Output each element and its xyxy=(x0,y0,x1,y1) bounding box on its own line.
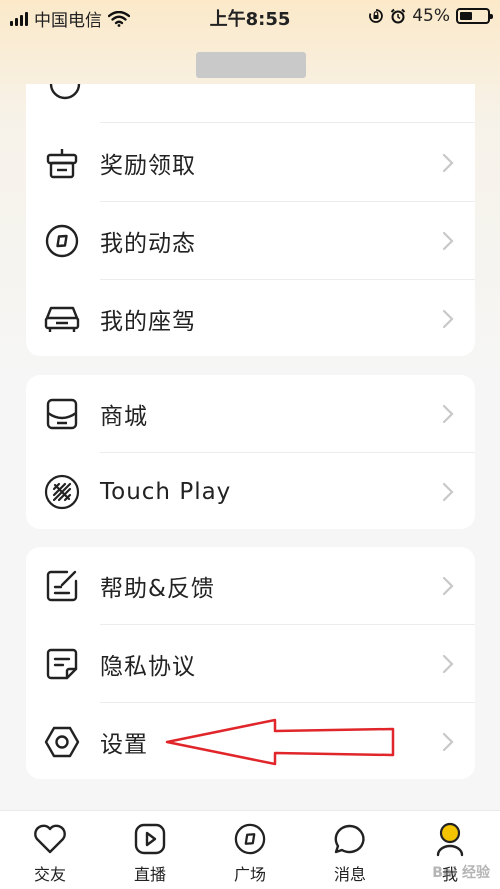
bottom-tab-bar: 交友 直播 广场 消息 我 xyxy=(0,810,500,889)
tab-friends[interactable]: 交友 xyxy=(0,811,100,889)
tab-label-messages: 消息 xyxy=(333,865,366,884)
menu-label-privacy-policy: 隐私协议 xyxy=(100,654,196,680)
gift-icon xyxy=(44,145,80,181)
hexagon-settings-icon xyxy=(44,724,80,760)
divider xyxy=(100,122,475,123)
menu-label-rewards: 奖励领取 xyxy=(100,153,196,179)
chevron-right-icon xyxy=(442,231,454,251)
menu-group-1: 奖励领取 我的动态 我的座驾 xyxy=(26,84,475,356)
menu-label-my-posts: 我的动态 xyxy=(100,231,196,257)
menu-item-my-vehicle[interactable]: 我的座驾 xyxy=(26,280,475,356)
alarm-icon xyxy=(390,8,406,24)
chevron-right-icon xyxy=(442,732,454,752)
menu-item-my-posts[interactable]: 我的动态 xyxy=(26,202,475,280)
battery-icon xyxy=(456,8,493,24)
menu-item-rewards[interactable]: 奖励领取 xyxy=(26,124,475,202)
menu-label-touch-play: Touch Play xyxy=(100,479,232,505)
chevron-right-icon xyxy=(442,576,454,596)
menu-label-help-feedback: 帮助&反馈 xyxy=(100,576,215,602)
menu-label-shop: 商城 xyxy=(100,404,148,430)
document-icon xyxy=(44,646,80,682)
status-right: 45% xyxy=(368,6,493,26)
tab-label-square: 广场 xyxy=(233,865,266,884)
menu-item-settings[interactable]: 设置 xyxy=(26,703,475,779)
menu-item-privacy-policy[interactable]: 隐私协议 xyxy=(26,625,475,703)
shop-icon xyxy=(44,396,80,432)
username-redacted xyxy=(196,52,306,78)
car-icon xyxy=(44,301,80,337)
chevron-right-icon xyxy=(442,153,454,173)
rotation-lock-icon xyxy=(369,9,384,23)
menu-label-my-vehicle: 我的座驾 xyxy=(100,309,196,335)
tab-live[interactable]: 直播 xyxy=(100,811,200,889)
watermark: Bai 经验 xyxy=(432,865,490,881)
chevron-right-icon xyxy=(442,654,454,674)
menu-item-touch-play[interactable]: Touch Play xyxy=(26,453,475,529)
touch-play-icon xyxy=(44,474,80,510)
partial-menu-icon xyxy=(48,84,82,102)
menu-group-3: 帮助&反馈 隐私协议 设置 xyxy=(26,547,475,779)
tab-label-friends: 交友 xyxy=(33,865,66,884)
tab-messages[interactable]: 消息 xyxy=(300,811,400,889)
status-bar: 中国电信 上午8:55 45% xyxy=(0,0,500,34)
menu-label-settings: 设置 xyxy=(100,732,148,758)
chat-bubble-icon xyxy=(332,821,368,857)
tab-label-live: 直播 xyxy=(133,865,166,884)
tab-square[interactable]: 广场 xyxy=(200,811,300,889)
compass-icon xyxy=(232,821,268,857)
menu-item-shop[interactable]: 商城 xyxy=(26,375,475,453)
compass-icon xyxy=(44,223,80,259)
battery-fill xyxy=(460,12,472,20)
person-icon xyxy=(432,821,468,857)
heart-icon xyxy=(32,821,68,857)
feedback-icon xyxy=(44,568,80,604)
menu-item-help-feedback[interactable]: 帮助&反馈 xyxy=(26,547,475,625)
play-icon xyxy=(132,821,168,857)
chevron-right-icon xyxy=(442,482,454,502)
chevron-right-icon xyxy=(442,309,454,329)
battery-percent: 45% xyxy=(412,6,450,26)
chevron-right-icon xyxy=(442,404,454,424)
menu-group-2: 商城 Touch Play xyxy=(26,375,475,529)
